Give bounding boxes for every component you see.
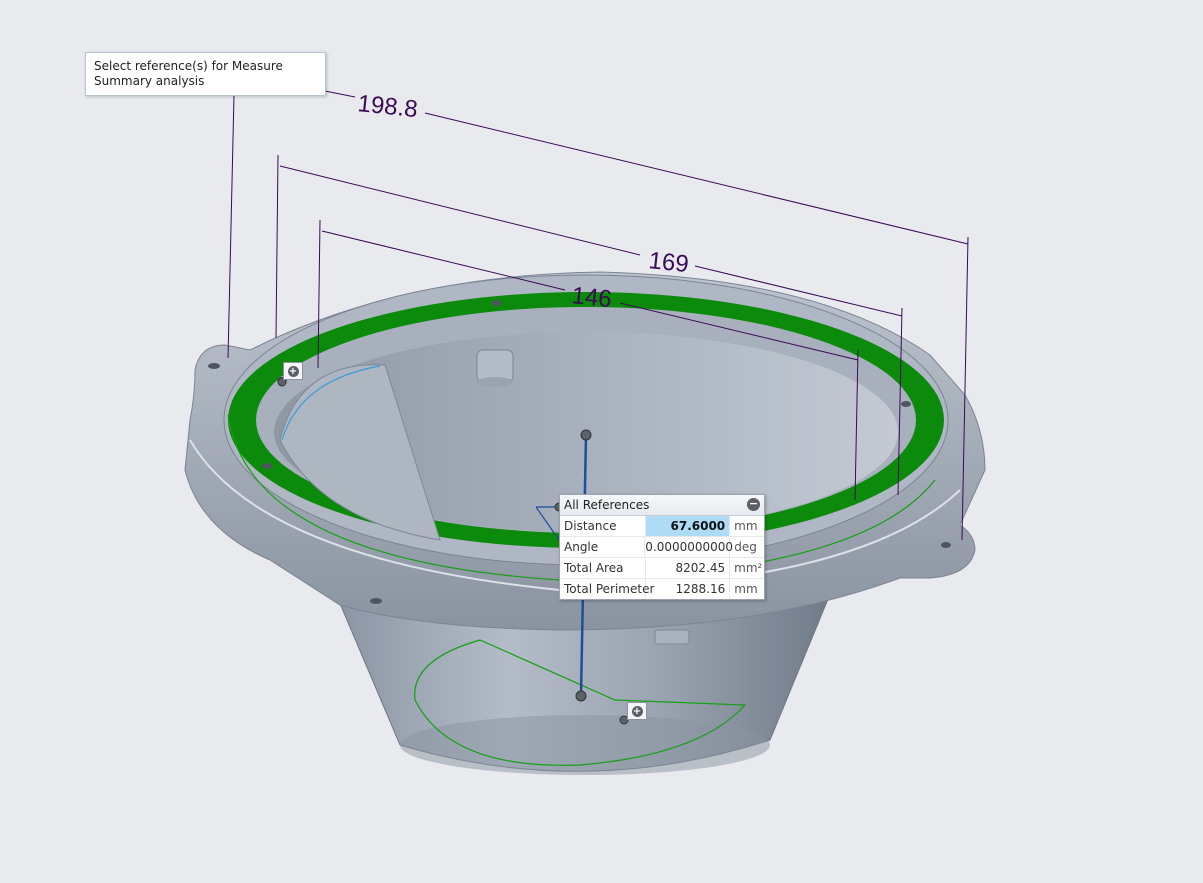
model-canvas[interactable]: 198.8 169 146 <box>0 0 1203 879</box>
result-unit: mm <box>734 582 758 596</box>
selection-prompt-text: Select reference(s) for Measure Summary … <box>94 59 283 88</box>
model-viewport[interactable]: 198.8 169 146 <box>0 0 1203 879</box>
result-label: Distance <box>560 516 646 536</box>
result-value[interactable]: 1288.16 <box>646 579 731 599</box>
result-value[interactable]: 67.6000 <box>645 516 731 536</box>
measure-results-panel: All References − Distance 67.6000 mm Ang… <box>559 494 765 600</box>
plus-icon: + <box>287 365 299 377</box>
plus-icon: + <box>631 705 643 717</box>
result-label: Total Area <box>560 558 646 578</box>
dim-outer[interactable]: 198.8 <box>356 90 419 123</box>
dim-middle[interactable]: 169 <box>647 247 690 278</box>
inner-boss <box>476 349 514 387</box>
result-label: Angle <box>560 537 646 557</box>
result-value[interactable]: 0.0000000000 <box>645 537 733 557</box>
result-row-total-perimeter[interactable]: Total Perimeter 1288.16 mm <box>560 579 764 599</box>
result-unit: mm² <box>734 561 763 575</box>
result-label: Total Perimeter <box>560 579 654 599</box>
collapse-icon[interactable]: − <box>747 498 760 511</box>
panel-title: All References <box>564 498 650 512</box>
result-unit: mm <box>734 519 758 533</box>
dim-inner[interactable]: 146 <box>570 282 613 313</box>
result-value[interactable]: 8202.45 <box>646 558 731 578</box>
result-row-total-area[interactable]: Total Area 8202.45 mm² <box>560 558 764 579</box>
selection-prompt: Select reference(s) for Measure Summary … <box>85 52 326 96</box>
expand-button-top[interactable]: + <box>283 362 303 380</box>
bottom-boss <box>654 629 690 645</box>
result-row-distance[interactable]: Distance 67.6000 mm <box>560 516 764 537</box>
panel-header: All References − <box>560 495 764 516</box>
expand-button-bottom[interactable]: + <box>627 702 647 720</box>
result-unit: deg <box>734 540 757 554</box>
result-row-angle[interactable]: Angle 0.0000000000 deg <box>560 537 764 558</box>
